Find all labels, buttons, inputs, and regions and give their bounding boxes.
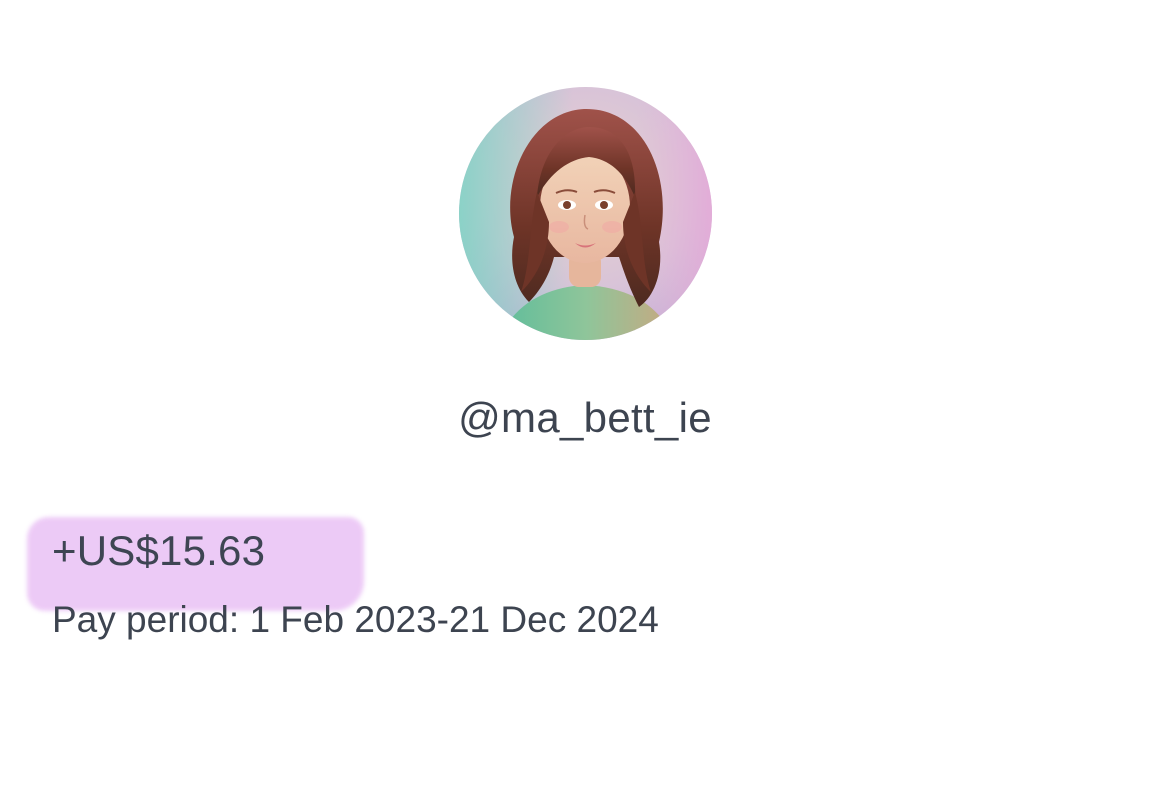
- profile-avatar[interactable]: [459, 87, 712, 340]
- pay-period-text: Pay period: 1 Feb 2023-21 Dec 2024: [52, 599, 659, 640]
- earnings-amount: +US$15.63: [52, 527, 266, 574]
- profile-handle[interactable]: @ma_bett_ie: [0, 393, 1170, 443]
- avatar-portrait-icon: [459, 87, 712, 340]
